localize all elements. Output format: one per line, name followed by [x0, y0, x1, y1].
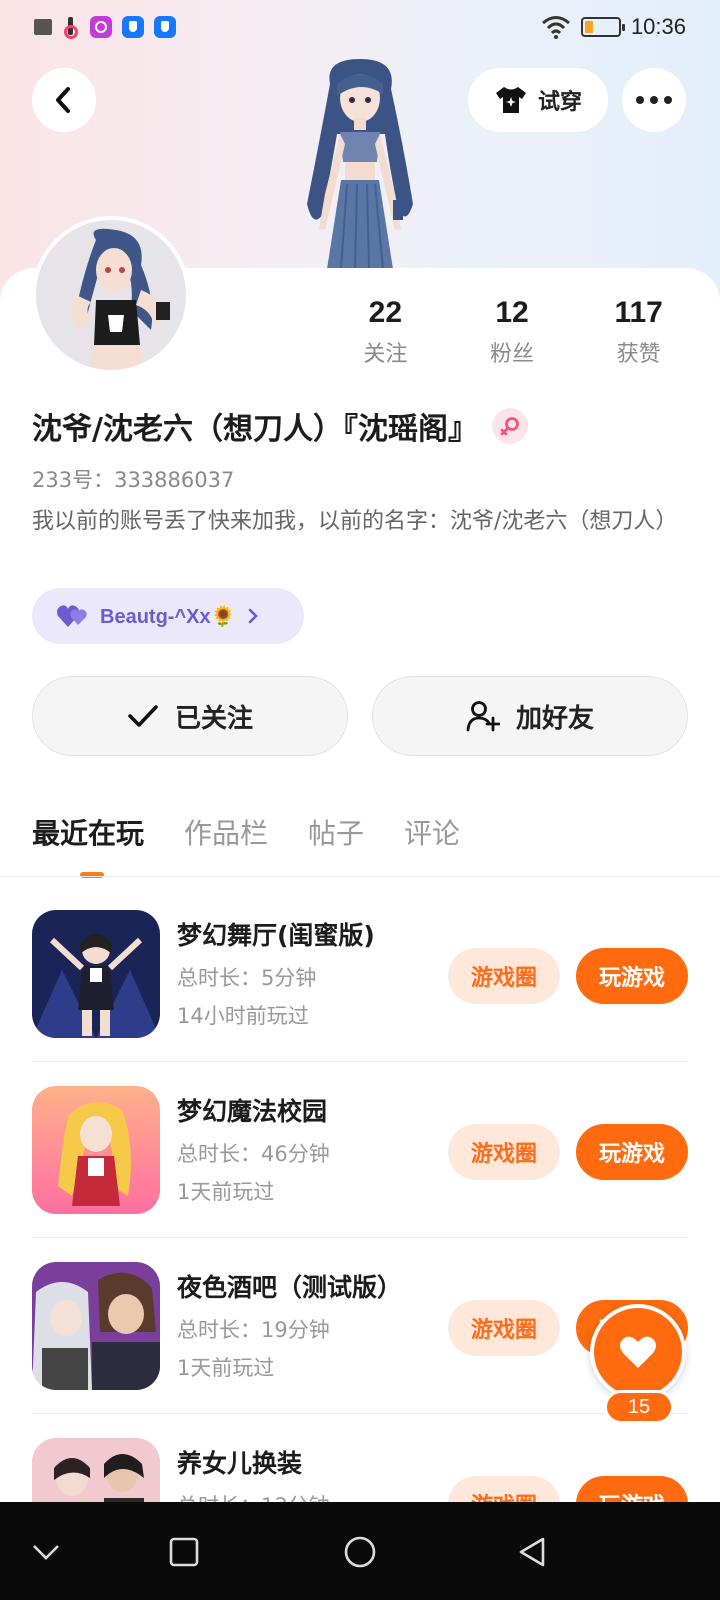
likes-count: 117	[614, 296, 663, 329]
likes-stat[interactable]: 117 获赞	[575, 296, 702, 368]
tab-recently-played[interactable]: 最近在玩	[32, 812, 144, 878]
game-last-played: 14小时前玩过	[177, 1004, 309, 1028]
gallery-icon	[34, 19, 52, 35]
game-duration: 总时长：5分钟	[177, 966, 317, 990]
game-title: 梦幻魔法校园	[177, 1097, 328, 1126]
add-user-icon	[466, 701, 500, 732]
tab-posts[interactable]: 帖子	[308, 812, 364, 852]
following-button-label: 已关注	[174, 703, 253, 734]
more-dots-icon	[636, 96, 672, 104]
add-friend-button[interactable]: 加好友	[372, 676, 688, 756]
game-title: 养女儿换装	[177, 1449, 303, 1478]
like-button[interactable]	[590, 1304, 686, 1400]
following-button[interactable]: 已关注	[32, 676, 348, 756]
game-list-item[interactable]: 夜色酒吧（测试版） 总时长：19分钟 1天前玩过 游戏圈 玩游戏	[32, 1238, 688, 1414]
battery-icon	[580, 17, 625, 37]
profile-tabs: 最近在玩 作品栏 帖子 评论	[32, 812, 460, 878]
followers-stat[interactable]: 12 粉丝	[449, 296, 576, 368]
home-button[interactable]	[340, 1532, 380, 1572]
game-last-played: 1天前玩过	[177, 1180, 275, 1204]
game-list-item[interactable]: 梦幻魔法校园 总时长：46分钟 1天前玩过 游戏圈 玩游戏	[32, 1062, 688, 1238]
following-count: 22	[368, 296, 403, 329]
followers-count: 12	[495, 296, 529, 329]
following-stat[interactable]: 22 关注	[322, 296, 449, 368]
add-friend-label: 加好友	[515, 703, 594, 734]
system-navigation-bar	[0, 1502, 720, 1600]
checkmark-icon	[128, 705, 158, 727]
clock: 10:36	[630, 14, 686, 39]
cp-partner-link[interactable]: Beautg-^Xx🌻	[32, 588, 304, 644]
following-label: 关注	[363, 342, 408, 367]
user-avatar[interactable]	[32, 216, 190, 374]
recent-apps-button[interactable]	[164, 1532, 204, 1572]
game-circle-button[interactable]: 游戏圈	[448, 1124, 560, 1180]
game-list-item[interactable]: 梦幻舞厅(闺蜜版) 总时长：5分钟 14小时前玩过 游戏圈 玩游戏	[32, 886, 688, 1062]
profile-stats: 22 关注 12 粉丝 117 获赞	[322, 296, 702, 368]
play-game-button[interactable]: 玩游戏	[576, 1124, 688, 1180]
avatar-image	[36, 220, 186, 370]
game-icon[interactable]	[32, 1086, 160, 1214]
game-icon[interactable]	[32, 910, 160, 1038]
try-on-button[interactable]: 试穿	[468, 68, 608, 132]
tabs-divider	[0, 876, 720, 877]
user-id: 233号：333886037	[32, 468, 235, 492]
like-count-badge: 15	[604, 1390, 674, 1424]
user-name: 沈爷/沈老六（想刀人）『沈瑶阁』	[32, 412, 478, 447]
followers-label: 粉丝	[490, 342, 535, 367]
play-game-button[interactable]: 玩游戏	[576, 948, 688, 1004]
game-icon[interactable]	[32, 1262, 160, 1390]
battery-level	[584, 21, 593, 33]
tab-works[interactable]: 作品栏	[184, 812, 268, 852]
nav-dropdown-button[interactable]	[26, 1532, 66, 1572]
likes-label: 获赞	[616, 342, 661, 367]
game-duration: 总时长：19分钟	[177, 1318, 330, 1342]
chevron-left-icon	[56, 87, 70, 113]
app-notification-icon	[90, 16, 112, 38]
game-circle-button[interactable]: 游戏圈	[448, 948, 560, 1004]
name-row: 沈爷/沈老六（想刀人）『沈瑶阁』	[32, 404, 528, 448]
hearts-icon	[57, 605, 87, 627]
tiktok-icon	[62, 17, 80, 39]
more-options-button[interactable]	[622, 68, 686, 132]
security-app-icon-2	[154, 16, 176, 38]
character-avatar-3d[interactable]	[285, 54, 435, 269]
try-on-label: 试穿	[537, 90, 582, 115]
tab-comments[interactable]: 评论	[404, 812, 460, 852]
security-app-icon	[122, 16, 144, 38]
game-last-played: 1天前玩过	[177, 1356, 275, 1380]
wifi-icon	[541, 16, 570, 39]
game-duration: 总时长：46分钟	[177, 1142, 330, 1166]
status-bar: 10:36	[0, 0, 720, 56]
user-bio: 我以前的账号丢了快来加我，以前的名字：沈爷/沈老六（想刀人）	[32, 509, 678, 534]
chevron-right-icon	[248, 608, 258, 624]
game-title: 梦幻舞厅(闺蜜版)	[177, 921, 375, 950]
system-back-button[interactable]	[512, 1532, 552, 1572]
chevron-down-icon	[33, 1545, 59, 1560]
female-gender-icon	[491, 408, 528, 444]
game-title: 夜色酒吧（测试版）	[177, 1273, 403, 1302]
square-icon	[169, 1537, 199, 1567]
cp-partner-name: Beautg-^Xx🌻	[100, 605, 236, 628]
tshirt-icon	[495, 87, 526, 113]
back-button[interactable]	[32, 68, 96, 132]
triangle-back-icon	[519, 1537, 545, 1567]
circle-icon	[344, 1536, 376, 1568]
heart-icon	[620, 1336, 656, 1368]
game-circle-button[interactable]: 游戏圈	[448, 1300, 560, 1356]
notification-icons	[34, 16, 176, 39]
